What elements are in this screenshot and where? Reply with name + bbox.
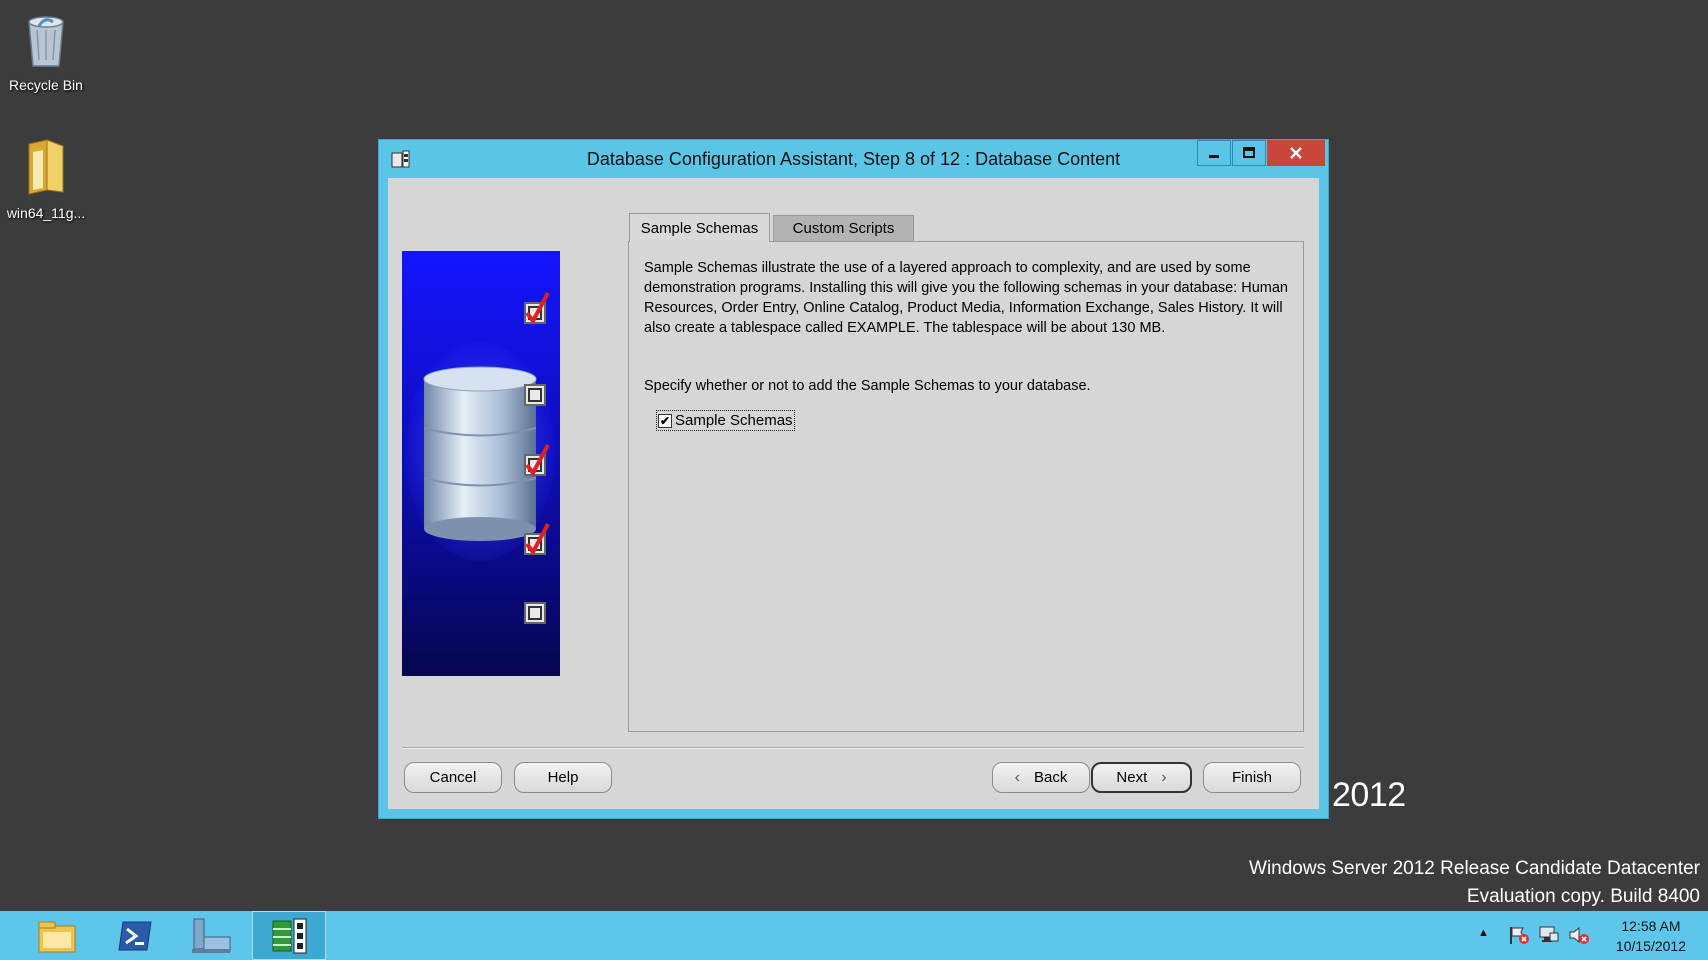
next-label: Next bbox=[1116, 769, 1148, 786]
folder-label: win64_11g... bbox=[6, 205, 86, 221]
file-explorer-icon bbox=[38, 921, 76, 952]
maximize-icon bbox=[1243, 147, 1255, 158]
title-bar[interactable]: Database Configuration Assistant, Step 8… bbox=[379, 140, 1328, 178]
taskbar-clock[interactable]: 12:58 AM 10/15/2012 bbox=[1616, 916, 1686, 956]
dialog-client-area: Sample Schemas Custom Scripts Sample Sch… bbox=[388, 178, 1319, 809]
clock-date: 10/15/2012 bbox=[1615, 938, 1686, 954]
chevron-left-icon: ‹ bbox=[1014, 768, 1020, 786]
dbca-window: Database Configuration Assistant, Step 8… bbox=[378, 139, 1329, 819]
minimize-button[interactable] bbox=[1197, 140, 1231, 166]
recycle-bin-label: Recycle Bin bbox=[9, 77, 83, 93]
back-button[interactable]: ‹ Back bbox=[992, 762, 1090, 793]
database-cylinder-icon bbox=[423, 366, 537, 541]
schemas-description: Sample Schemas illustrate the use of a l… bbox=[644, 260, 1288, 336]
build-watermark: Evaluation copy. Build 8400 bbox=[1466, 886, 1700, 907]
taskbar: ▲ 12:58 AM 10/15/2012 bbox=[0, 911, 1708, 960]
show-hidden-icons-chevron[interactable]: ▲ bbox=[1478, 927, 1500, 947]
unchecked-box-icon-1 bbox=[524, 384, 546, 406]
volume-icon[interactable] bbox=[1568, 925, 1590, 945]
minimize-icon bbox=[1209, 155, 1219, 158]
tab-sample-schemas[interactable]: Sample Schemas bbox=[629, 213, 770, 242]
chevron-right-icon: › bbox=[1161, 768, 1167, 786]
checkbox-checked-icon[interactable]: ✔ bbox=[658, 413, 672, 428]
sample-schemas-checkbox-label: Sample Schemas bbox=[675, 412, 793, 429]
cancel-button[interactable]: Cancel bbox=[404, 762, 502, 793]
action-center-flag-icon[interactable] bbox=[1508, 925, 1530, 945]
os-year-watermark: 2012 bbox=[1332, 776, 1406, 814]
sample-schemas-checkbox[interactable]: ✔ Sample Schemas bbox=[656, 410, 795, 431]
button-separator bbox=[402, 747, 1304, 749]
back-label: Back bbox=[1033, 769, 1068, 786]
taskbar-server-manager[interactable] bbox=[174, 911, 248, 960]
tab-custom-scripts[interactable]: Custom Scripts bbox=[773, 215, 914, 241]
help-button[interactable]: Help bbox=[514, 762, 612, 793]
window-title: Database Configuration Assistant, Step 8… bbox=[586, 149, 1121, 169]
close-button[interactable] bbox=[1267, 140, 1325, 166]
maximize-button[interactable] bbox=[1232, 140, 1266, 166]
taskbar-dbca[interactable] bbox=[252, 911, 326, 960]
os-edition-watermark: Windows Server 2012 Release Candidate Da… bbox=[1249, 858, 1700, 879]
dbca-running-icon bbox=[272, 918, 307, 953]
unchecked-box-icon-2 bbox=[524, 602, 546, 624]
close-icon bbox=[1290, 147, 1302, 159]
checked-box-icon-1 bbox=[524, 292, 550, 325]
sample-schemas-panel: Sample Schemas illustrate the use of a l… bbox=[628, 241, 1304, 732]
finish-button[interactable]: Finish bbox=[1203, 762, 1301, 793]
taskbar-file-explorer[interactable] bbox=[20, 911, 94, 960]
powershell-icon bbox=[118, 921, 152, 950]
folder-shortcut[interactable]: win64_11g... bbox=[0, 138, 92, 221]
folder-icon bbox=[0, 138, 92, 199]
recycle-bin-icon bbox=[0, 8, 92, 71]
recycle-bin-shortcut[interactable]: Recycle Bin bbox=[0, 8, 92, 93]
server-manager-icon bbox=[192, 918, 231, 953]
next-button[interactable]: Next › bbox=[1091, 762, 1192, 793]
taskbar-powershell[interactable] bbox=[98, 911, 172, 960]
schemas-prompt: Specify whether or not to add the Sample… bbox=[644, 378, 1091, 394]
network-icon[interactable] bbox=[1538, 925, 1560, 945]
clock-time: 12:58 AM bbox=[1621, 918, 1681, 934]
wizard-graphic bbox=[402, 251, 560, 676]
